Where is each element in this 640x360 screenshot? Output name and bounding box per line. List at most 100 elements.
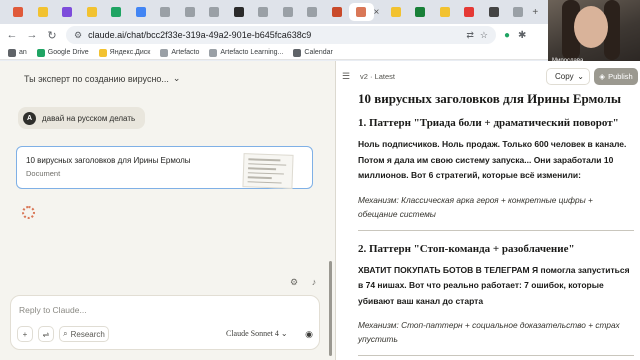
tab-favicon-icon — [464, 7, 475, 17]
url-text: claude.ai/chat/bcc2f33e-319a-49a2-901e-b… — [88, 30, 312, 40]
avatar: A — [23, 111, 36, 125]
close-tab-icon[interactable]: × — [374, 7, 380, 18]
tab-favicon-icon — [390, 7, 401, 17]
sliders-icon[interactable]: ⇌ — [38, 326, 54, 342]
bookmark-label: Artefacto — [171, 49, 200, 56]
browser-tab[interactable] — [457, 3, 482, 21]
browser-tab[interactable] — [276, 3, 301, 21]
bookmark-item[interactable]: an — [8, 48, 27, 57]
browser-tab[interactable] — [31, 3, 56, 21]
voice-mode-icon[interactable]: ◉ — [301, 326, 317, 342]
browser-tab[interactable] — [251, 3, 276, 21]
site-info-icon[interactable]: ⚙ — [74, 30, 82, 41]
extensions-puzzle-icon[interactable]: ✱ — [518, 30, 526, 41]
browser-tab[interactable] — [325, 3, 350, 21]
bookmark-label: Calendar — [304, 49, 333, 56]
tab-favicon-icon — [86, 7, 97, 17]
chat-scrollbar[interactable] — [329, 261, 332, 356]
tab-favicon-icon — [356, 7, 367, 17]
browser-tab[interactable] — [55, 3, 80, 21]
artifact-card-title: 10 вирусных заголовков для Ирины Ермолы — [26, 156, 191, 165]
tab-favicon-icon — [184, 7, 195, 17]
webcam-overlay: Мирослава — [548, 0, 640, 66]
user-message: A давай на русском делать — [18, 107, 146, 129]
research-label: Research — [70, 329, 105, 339]
browser-tab[interactable] — [80, 3, 105, 21]
section-title: 1. Паттерн "Триада боли + драматический … — [358, 117, 619, 129]
browser-tab[interactable] — [129, 3, 154, 21]
extension-icon[interactable]: ● — [504, 30, 510, 41]
browser-tab[interactable] — [506, 3, 531, 21]
tab-favicon-icon — [307, 7, 318, 17]
browser-tab[interactable] — [202, 3, 227, 21]
reload-icon[interactable]: ↻ — [46, 29, 58, 42]
section-title: 2. Паттерн "Стоп-команда + разоблачение" — [358, 242, 575, 255]
reply-input[interactable]: Reply to Claude... — [19, 305, 87, 315]
browser-tab[interactable] — [408, 3, 433, 21]
bookmark-item[interactable]: Яндекс.Диск — [98, 48, 150, 57]
tab-favicon-icon — [488, 7, 499, 17]
translate-icon[interactable]: ⇄ — [466, 30, 474, 41]
bookmark-item[interactable]: Calendar — [293, 48, 333, 57]
browser-tab[interactable] — [227, 3, 252, 21]
browser-tab[interactable] — [432, 3, 457, 21]
bookmark-icon — [160, 48, 169, 57]
address-bar[interactable]: ⚙ claude.ai/chat/bcc2f33e-319a-49a2-901e… — [66, 26, 496, 44]
browser-tab[interactable] — [178, 3, 203, 21]
publish-button[interactable]: ◈ Publish — [594, 68, 638, 85]
forward-icon[interactable]: → — [26, 29, 38, 41]
tab-favicon-icon — [513, 7, 524, 17]
research-button[interactable]: ⌕ Research — [59, 326, 109, 342]
artifact-pane: ☰ v2 · Latest Copy ⌄ ◈ Publish 10 вирусн… — [336, 61, 640, 360]
bookmarks-bar: an Google Drive Яндекс.Диск Artefacto Artefa… — [0, 46, 640, 60]
publish-label: Publish — [608, 72, 633, 81]
settings-icon[interactable]: ⚙ — [288, 276, 300, 288]
chevron-down-icon: ⌄ — [577, 72, 584, 81]
artifact-header: ☰ v2 · Latest Copy ⌄ ◈ Publish — [336, 68, 640, 86]
browser-tab[interactable] — [481, 3, 506, 21]
tab-favicon-icon — [135, 7, 146, 17]
microphone-icon[interactable]: ♪ — [308, 276, 320, 288]
tab-favicon-icon — [111, 7, 122, 17]
chat-pane: Ты эксперт по созданию вирусно... ⌄ A да… — [0, 61, 335, 360]
tab-favicon-icon — [439, 7, 450, 17]
code-toggle-icon[interactable]: ☰ — [342, 71, 350, 82]
copy-label: Copy — [555, 72, 574, 81]
browser-tab[interactable] — [349, 3, 374, 21]
copy-button[interactable]: Copy ⌄ — [546, 68, 590, 85]
tab-strip: × + — [0, 0, 640, 24]
new-tab-icon[interactable]: + — [532, 7, 538, 18]
bookmark-icon — [98, 48, 107, 57]
browser-tab[interactable] — [104, 3, 129, 21]
browser-tab[interactable] — [153, 3, 178, 21]
tab-favicon-icon — [13, 7, 24, 17]
user-message-text: давай на русском делать — [42, 113, 136, 123]
bookmark-icon — [36, 48, 45, 57]
bookmark-star-icon[interactable]: ☆ — [480, 30, 488, 41]
section-divider — [358, 355, 634, 356]
document-heading: 10 вирусных заголовков для Ирины Ермолы — [358, 91, 622, 106]
add-icon[interactable]: + — [17, 326, 33, 342]
presenter-face — [574, 6, 608, 48]
bookmark-label: Artefacto Learning... — [220, 49, 284, 56]
version-label[interactable]: v2 · Latest — [360, 72, 395, 81]
browser-tab[interactable] — [300, 3, 325, 21]
loading-spinner-icon — [22, 206, 35, 219]
search-icon: ⌕ — [63, 329, 68, 338]
section-divider — [358, 229, 634, 231]
artifact-card[interactable]: 10 вирусных заголовков для Ирины Ермолы … — [16, 146, 313, 189]
bookmark-icon — [8, 48, 16, 57]
reply-input-box[interactable]: Reply to Claude... + ⇌ ⌕ Research Claude… — [10, 295, 320, 350]
bookmark-item[interactable]: Artefacto Learning... — [209, 48, 284, 57]
back-icon[interactable]: ← — [6, 29, 18, 41]
section-text: ХВАТИТ ПОКУПАТЬ БОТОВ В ТЕЛЕГРАМ Я помог… — [358, 264, 630, 306]
artifact-card-type: Document — [26, 169, 61, 178]
bookmark-label: an — [19, 49, 27, 56]
browser-tab[interactable] — [6, 3, 31, 21]
browser-tab[interactable] — [383, 3, 408, 21]
tab-favicon-icon — [209, 7, 220, 17]
chat-title[interactable]: Ты эксперт по созданию вирусно... ⌄ — [24, 73, 180, 84]
model-selector[interactable]: Claude Sonnet 4 ⌄ — [226, 329, 288, 338]
bookmark-item[interactable]: Google Drive — [36, 48, 89, 57]
bookmark-item[interactable]: Artefacto — [160, 48, 200, 57]
